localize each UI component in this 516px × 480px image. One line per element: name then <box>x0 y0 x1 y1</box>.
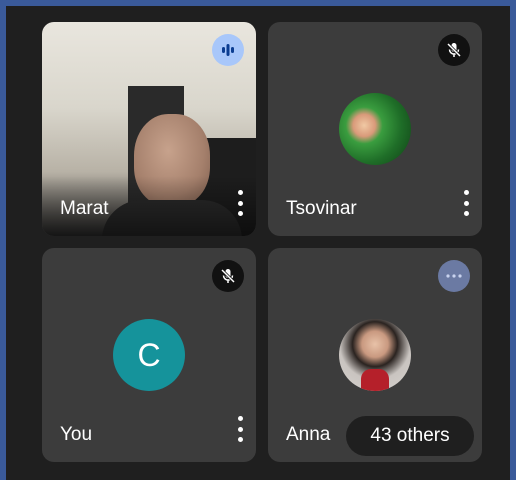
audio-bars-icon <box>212 34 244 66</box>
participant-avatar <box>339 319 411 391</box>
mic-off-icon <box>212 260 244 292</box>
participant-tile-anna[interactable]: Anna 43 others <box>268 248 482 462</box>
participant-name: Marat <box>60 198 109 219</box>
others-count-button[interactable]: 43 others <box>346 416 474 456</box>
more-options-icon[interactable] <box>236 416 244 442</box>
meeting-grid: Marat Tsovinar C You Anna 43 others <box>6 6 510 480</box>
avatar-letter: C <box>137 336 161 373</box>
participant-name: Tsovinar <box>286 198 357 219</box>
participant-tile-you[interactable]: C You <box>42 248 256 462</box>
participant-avatar: C <box>113 319 185 391</box>
participant-tile-marat[interactable]: Marat <box>42 22 256 236</box>
more-options-icon[interactable] <box>462 190 470 216</box>
participant-name: You <box>60 424 93 445</box>
ellipsis-icon <box>438 260 470 292</box>
participant-avatar <box>339 93 411 165</box>
participant-name: Anna <box>286 424 331 445</box>
participant-tile-tsovinar[interactable]: Tsovinar <box>268 22 482 236</box>
more-options-icon[interactable] <box>236 190 244 216</box>
mic-off-icon <box>438 34 470 66</box>
